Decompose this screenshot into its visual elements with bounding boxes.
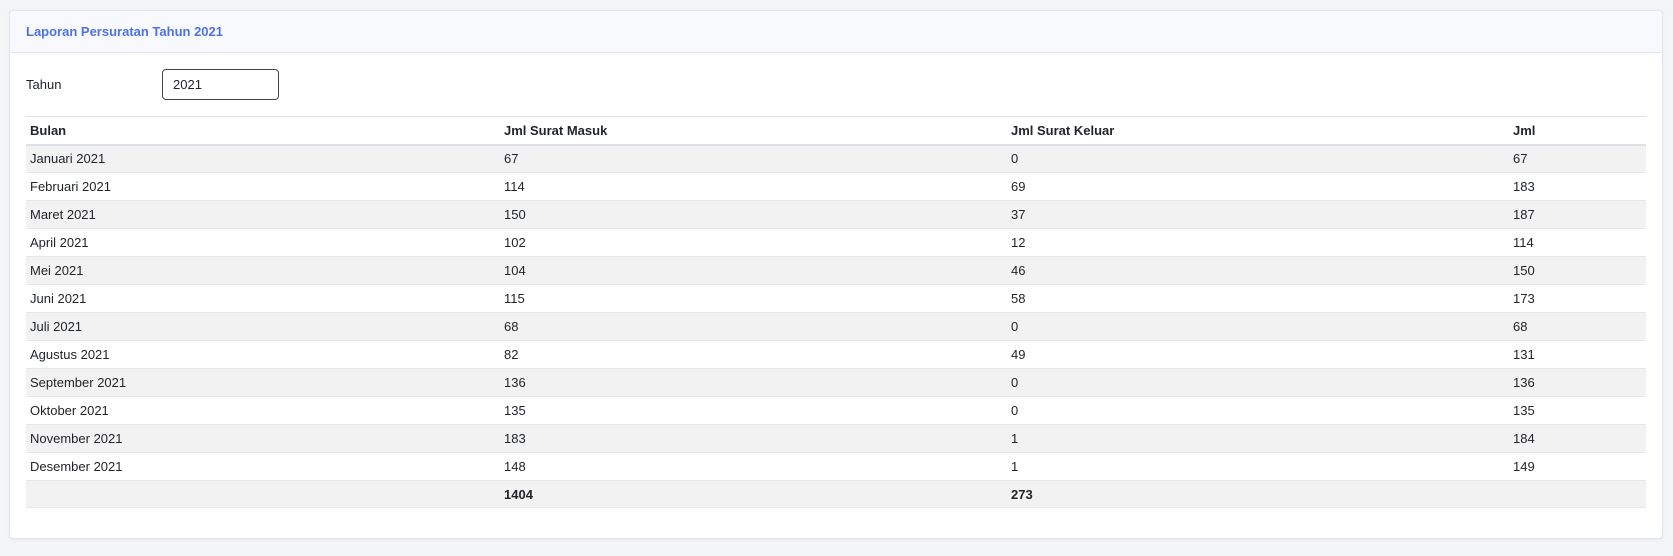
surat-masuk-cell: 115 [500,284,1007,313]
totals-row: 1404 273 [26,480,1646,508]
jml-cell: 183 [1509,172,1646,201]
jml-cell: 149 [1509,452,1646,481]
jml-cell: 173 [1509,284,1646,313]
jml-cell: 114 [1509,228,1646,257]
total-cell-bulan [26,480,500,508]
table-row: Februari 2021 114 69 183 [26,172,1646,201]
bulan-cell: Agustus 2021 [26,340,500,369]
surat-keluar-cell: 0 [1007,396,1509,425]
jml-cell: 68 [1509,312,1646,341]
year-filter: Tahun [26,69,279,100]
table-row: April 2021 102 12 114 [26,228,1646,257]
table-row: September 2021 136 0 136 [26,368,1646,397]
jml-cell: 136 [1509,368,1646,397]
surat-masuk-cell: 136 [500,368,1007,397]
bulan-cell: Juli 2021 [26,312,500,341]
table-row: Juni 2021 115 58 173 [26,284,1646,313]
surat-masuk-cell: 148 [500,452,1007,481]
jml-cell: 67 [1509,144,1646,173]
total-surat-masuk: 1404 [500,480,1007,508]
jml-cell: 135 [1509,396,1646,425]
bulan-cell: Februari 2021 [26,172,500,201]
table-row: November 2021 183 1 184 [26,424,1646,453]
table-header-row: Bulan Jml Surat Masuk Jml Surat Keluar J… [26,116,1646,146]
bulan-cell: Mei 2021 [26,256,500,285]
column-header-surat-keluar: Jml Surat Keluar [1007,116,1509,146]
table-row: Mei 2021 104 46 150 [26,256,1646,285]
surat-keluar-cell: 49 [1007,340,1509,369]
card-header: Laporan Persuratan Tahun 2021 [10,11,1662,53]
year-input[interactable] [162,69,279,100]
surat-masuk-cell: 183 [500,424,1007,453]
bulan-cell: Desember 2021 [26,452,500,481]
report-card: Laporan Persuratan Tahun 2021 Tahun Bula… [9,10,1663,539]
year-label: Tahun [26,77,62,92]
column-header-surat-masuk: Jml Surat Masuk [500,116,1007,146]
surat-masuk-cell: 104 [500,256,1007,285]
surat-keluar-cell: 1 [1007,452,1509,481]
surat-keluar-cell: 69 [1007,172,1509,201]
bulan-cell: April 2021 [26,228,500,257]
surat-masuk-cell: 150 [500,200,1007,229]
column-header-bulan: Bulan [26,116,500,146]
bulan-cell: Oktober 2021 [26,396,500,425]
total-cell-jml [1509,480,1646,508]
bulan-cell: Juni 2021 [26,284,500,313]
surat-keluar-cell: 37 [1007,200,1509,229]
bulan-cell: November 2021 [26,424,500,453]
surat-keluar-cell: 0 [1007,368,1509,397]
surat-masuk-cell: 102 [500,228,1007,257]
jml-cell: 131 [1509,340,1646,369]
surat-keluar-cell: 1 [1007,424,1509,453]
jml-cell: 187 [1509,200,1646,229]
bulan-cell: Januari 2021 [26,144,500,173]
table-row: Juli 2021 68 0 68 [26,312,1646,341]
table-row: Maret 2021 150 37 187 [26,200,1646,229]
surat-masuk-cell: 135 [500,396,1007,425]
surat-keluar-cell: 58 [1007,284,1509,313]
jml-cell: 150 [1509,256,1646,285]
table-row: Januari 2021 67 0 67 [26,144,1646,173]
card-title: Laporan Persuratan Tahun 2021 [26,24,223,39]
table-row: Oktober 2021 135 0 135 [26,396,1646,425]
table-body: Januari 2021 67 0 67 Februari 2021 114 69 183 Ma… [26,144,1646,481]
surat-keluar-cell: 46 [1007,256,1509,285]
surat-keluar-cell: 12 [1007,228,1509,257]
surat-masuk-cell: 67 [500,144,1007,173]
table-row: Desember 2021 148 1 149 [26,452,1646,481]
surat-masuk-cell: 68 [500,312,1007,341]
surat-keluar-cell: 0 [1007,144,1509,173]
total-surat-keluar: 273 [1007,480,1509,508]
surat-keluar-cell: 0 [1007,312,1509,341]
jml-cell: 184 [1509,424,1646,453]
report-table: Bulan Jml Surat Masuk Jml Surat Keluar J… [26,116,1646,508]
surat-masuk-cell: 82 [500,340,1007,369]
bulan-cell: Maret 2021 [26,200,500,229]
surat-masuk-cell: 114 [500,172,1007,201]
table-row: Agustus 2021 82 49 131 [26,340,1646,369]
column-header-jml: Jml [1509,116,1646,146]
bulan-cell: September 2021 [26,368,500,397]
